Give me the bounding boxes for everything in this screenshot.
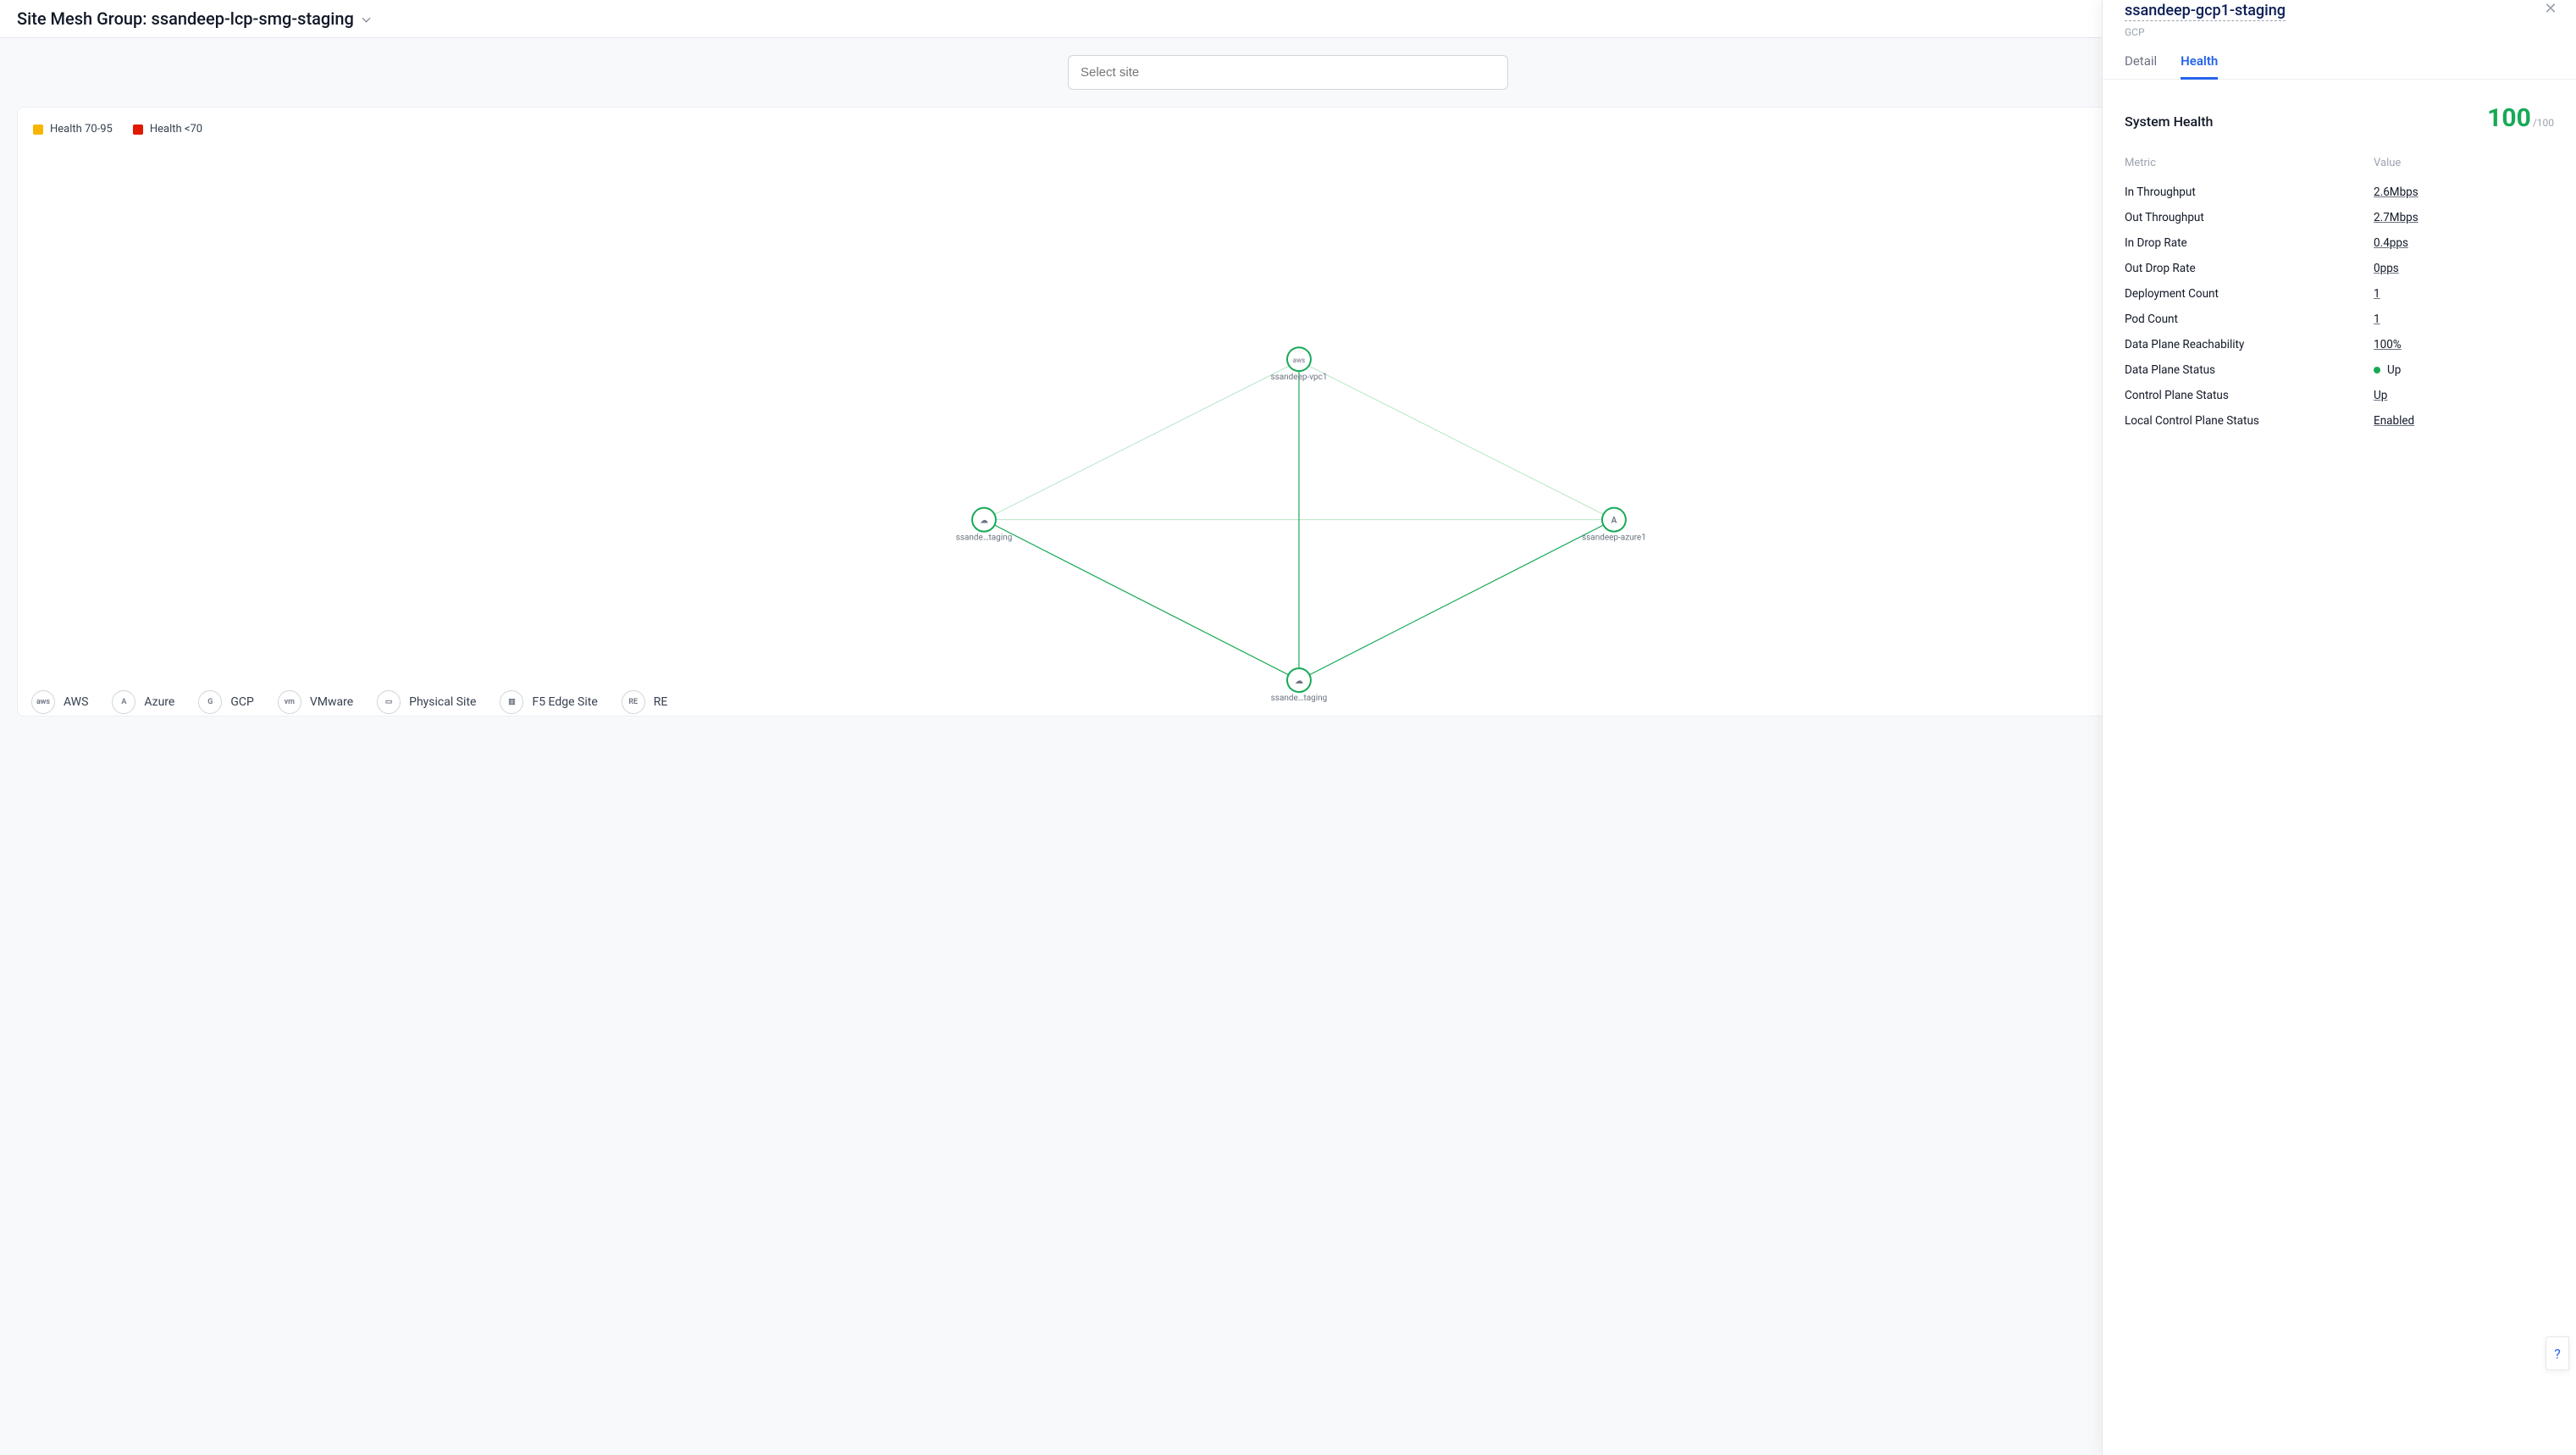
svg-text:☁: ☁ [980, 517, 988, 526]
provider-icon: aws [31, 690, 55, 714]
close-panel-button[interactable]: ✕ [2542, 0, 2559, 17]
page-title: Site Mesh Group: ssandeep-lcp-smg-stagin… [17, 8, 354, 29]
panel-header: ssandeep-gcp1-staging ✕ GCP [2125, 0, 2554, 38]
provider-item: RE RE [622, 690, 668, 714]
svg-text:aws: aws [1293, 357, 1305, 364]
metric-value: Up [2374, 363, 2554, 377]
node-right-label: ssandeep-azure1 [1582, 534, 1646, 543]
site-select-input[interactable] [1068, 55, 1508, 90]
tab-health[interactable]: Health [2181, 53, 2218, 80]
provider-label: GCP [230, 695, 253, 709]
node-top-label: ssandeep-vpc1 [1270, 373, 1327, 382]
svg-text:☁: ☁ [1295, 677, 1303, 686]
metric-row: Local Control Plane StatusEnabled [2125, 408, 2554, 434]
metric-value[interactable]: 0.4pps [2374, 236, 2554, 250]
metric-name: Out Throughput [2125, 211, 2374, 224]
system-health-label: System Health [2125, 113, 2213, 130]
metric-row: Data Plane StatusUp [2125, 357, 2554, 383]
provider-label: Azure [144, 695, 174, 709]
graph-node-right[interactable]: A ssandeep-azure1 [1582, 508, 1646, 543]
metric-name: Control Plane Status [2125, 389, 2374, 402]
metric-value[interactable]: 1 [2374, 313, 2554, 326]
metric-value[interactable]: 1 [2374, 287, 2554, 301]
provider-icon: A [112, 690, 135, 714]
provider-label: F5 Edge Site [532, 695, 597, 709]
metric-name: Pod Count [2125, 313, 2374, 326]
metric-name: In Drop Rate [2125, 236, 2374, 250]
metric-row: Deployment Count1 [2125, 281, 2554, 307]
provider-label: Physical Site [409, 695, 476, 709]
status-up-icon [2374, 367, 2380, 373]
health-score: 100 /100 [2487, 103, 2554, 133]
help-floating-button[interactable]: ? [2546, 1336, 2569, 1370]
metric-name: Deployment Count [2125, 287, 2374, 301]
metrics-table: Metric Value In Throughput2.6MbpsOut Thr… [2125, 157, 2554, 434]
provider-icon: G [198, 690, 222, 714]
metric-value[interactable]: Enabled [2374, 414, 2554, 428]
node-left-label: ssande…taging [956, 534, 1013, 543]
provider-label: RE [654, 695, 668, 709]
help-icon: ? [2554, 1346, 2561, 1362]
graph-node-top[interactable]: aws ssandeep-vpc1 [1270, 347, 1327, 382]
provider-icon: ▥ [500, 690, 523, 714]
provider-item: G GCP [198, 690, 253, 714]
metric-row: Control Plane StatusUp [2125, 383, 2554, 408]
provider-item: aws AWS [31, 690, 88, 714]
metric-value[interactable]: 100% [2374, 338, 2554, 351]
provider-icon: RE [622, 690, 645, 714]
metric-name: In Throughput [2125, 185, 2374, 199]
metric-name: Data Plane Reachability [2125, 338, 2374, 351]
detail-side-panel: ssandeep-gcp1-staging ✕ GCP Detail Healt… [2102, 0, 2576, 1455]
score-denominator: /100 [2533, 117, 2554, 129]
score-value: 100 [2487, 103, 2531, 133]
metric-value[interactable]: 0pps [2374, 262, 2554, 275]
system-health-row: System Health 100 /100 [2125, 103, 2554, 133]
metric-row: Data Plane Reachability100% [2125, 332, 2554, 357]
provider-icon: vm [278, 690, 301, 714]
node-bottom-label: ssande…taging [1271, 694, 1328, 703]
metrics-header-value: Value [2374, 157, 2554, 169]
chevron-down-icon[interactable] [361, 14, 373, 25]
tab-detail[interactable]: Detail [2125, 53, 2157, 79]
metrics-header: Metric Value [2125, 157, 2554, 169]
metric-row: Out Drop Rate0pps [2125, 256, 2554, 281]
graph-node-left[interactable]: ☁ ssande…taging [956, 508, 1013, 543]
panel-subtitle: GCP [2125, 26, 2554, 38]
metric-value[interactable]: Up [2374, 389, 2554, 402]
provider-item: ▥ F5 Edge Site [500, 690, 597, 714]
provider-item: vm VMware [278, 690, 353, 714]
provider-icon: ▭ [377, 690, 401, 714]
metric-row: Pod Count1 [2125, 307, 2554, 332]
graph-node-bottom[interactable]: ☁ ssande…taging [1271, 668, 1328, 703]
provider-label: VMware [310, 695, 353, 709]
metric-row: In Throughput2.6Mbps [2125, 180, 2554, 205]
metric-name: Local Control Plane Status [2125, 414, 2374, 428]
metric-value[interactable]: 2.6Mbps [2374, 185, 2554, 199]
metric-name: Data Plane Status [2125, 363, 2374, 377]
provider-legend: aws AWS A Azure G GCP vm VMware ▭ Physical Site ▥ F… [31, 690, 667, 714]
metrics-header-metric: Metric [2125, 157, 2374, 169]
provider-item: A Azure [112, 690, 174, 714]
metric-row: In Drop Rate0.4pps [2125, 230, 2554, 256]
svg-text:A: A [1611, 517, 1617, 526]
metric-name: Out Drop Rate [2125, 262, 2374, 275]
provider-item: ▭ Physical Site [377, 690, 476, 714]
provider-label: AWS [64, 695, 88, 709]
metric-value[interactable]: 2.7Mbps [2374, 211, 2554, 224]
metric-row: Out Throughput2.7Mbps [2125, 205, 2554, 230]
panel-title-link[interactable]: ssandeep-gcp1-staging [2125, 2, 2286, 21]
close-icon: ✕ [2544, 0, 2557, 17]
panel-tabs: Detail Health [2103, 53, 2576, 80]
